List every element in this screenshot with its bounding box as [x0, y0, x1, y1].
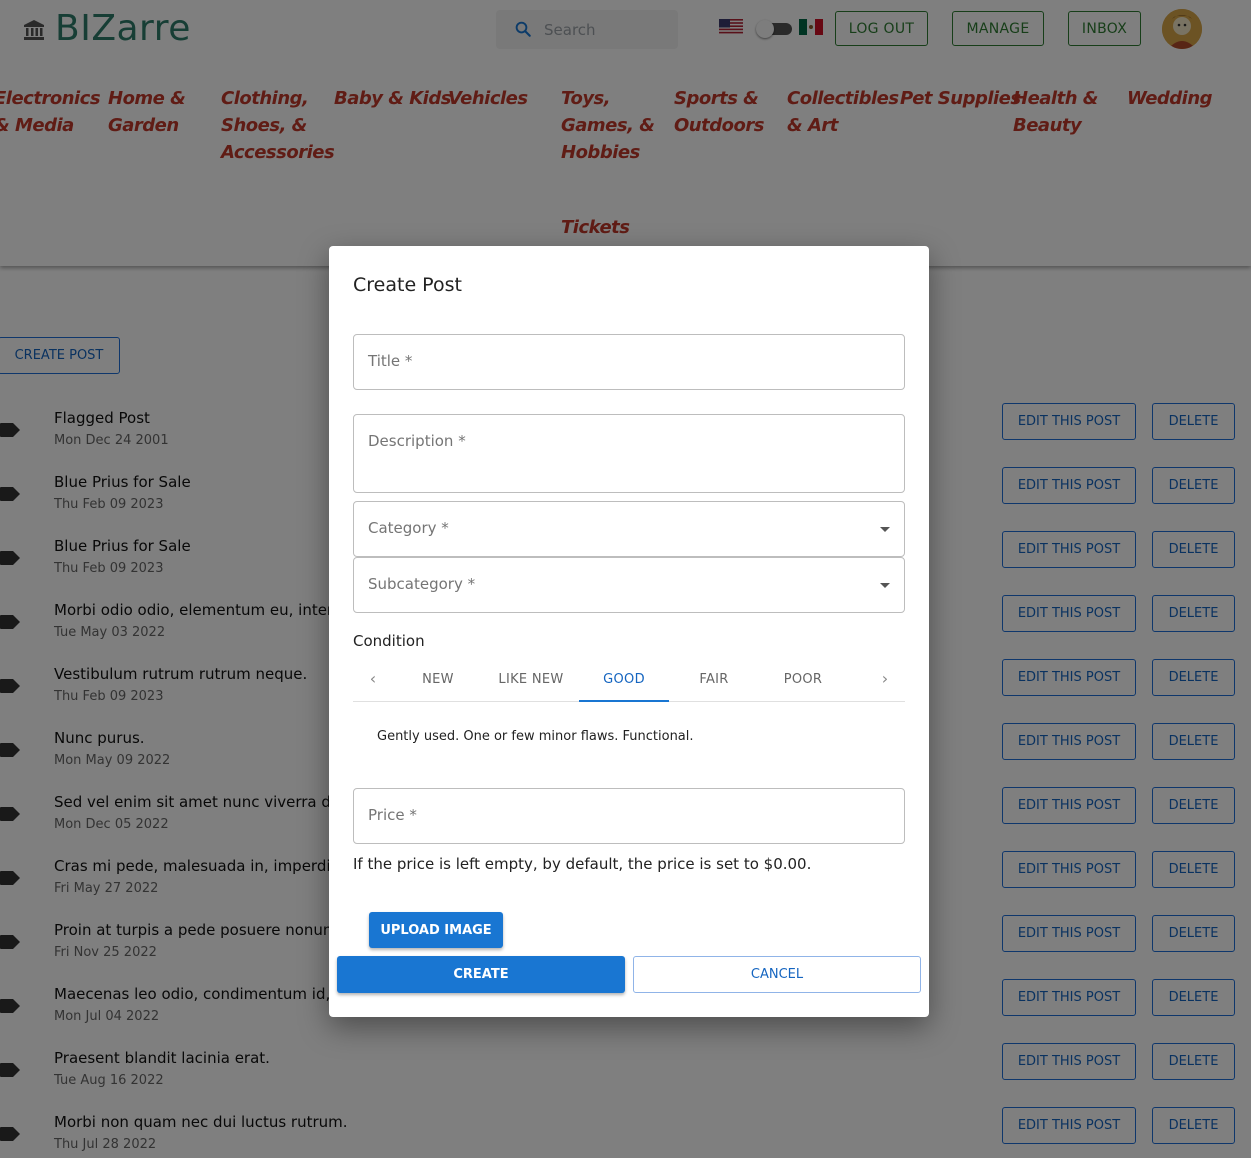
subcategory-select[interactable]: Subcategory *: [353, 557, 905, 613]
upload-image-button[interactable]: UPLOAD IMAGE: [369, 912, 503, 948]
create-post-dialog: Create Post Title * Description * Catego…: [329, 246, 929, 1017]
title-field-label: Title *: [368, 352, 413, 370]
category-select[interactable]: Category *: [353, 501, 905, 557]
price-field-label: Price *: [368, 806, 417, 824]
chevron-down-icon: [880, 527, 890, 532]
dialog-title: Create Post: [353, 274, 462, 296]
category-select-label: Category *: [368, 519, 449, 537]
tab-condition-good[interactable]: GOOD: [579, 658, 669, 702]
cancel-button[interactable]: CANCEL: [633, 956, 921, 993]
condition-description: Gently used. One or few minor flaws. Fun…: [377, 729, 694, 744]
condition-label: Condition: [353, 632, 425, 650]
title-field[interactable]: Title *: [353, 334, 905, 390]
tab-condition-new[interactable]: NEW: [395, 658, 481, 701]
chevron-down-icon: [880, 583, 890, 588]
tab-condition-fair[interactable]: FAIR: [669, 658, 759, 701]
tab-condition-poor[interactable]: POOR: [758, 658, 848, 701]
create-button[interactable]: CREATE: [337, 956, 625, 993]
condition-tabs: ‹ NEW LIKE NEW GOOD FAIR POOR ›: [353, 658, 905, 702]
chevron-right-icon[interactable]: ›: [875, 668, 895, 688]
price-field[interactable]: Price *: [353, 788, 905, 844]
subcategory-select-label: Subcategory *: [368, 575, 476, 593]
description-field[interactable]: Description *: [353, 414, 905, 493]
chevron-left-icon[interactable]: ‹: [363, 668, 383, 688]
price-help-text: If the price is left empty, by default, …: [353, 855, 812, 873]
tab-condition-like-new[interactable]: LIKE NEW: [486, 658, 576, 701]
description-field-label: Description *: [368, 432, 466, 450]
